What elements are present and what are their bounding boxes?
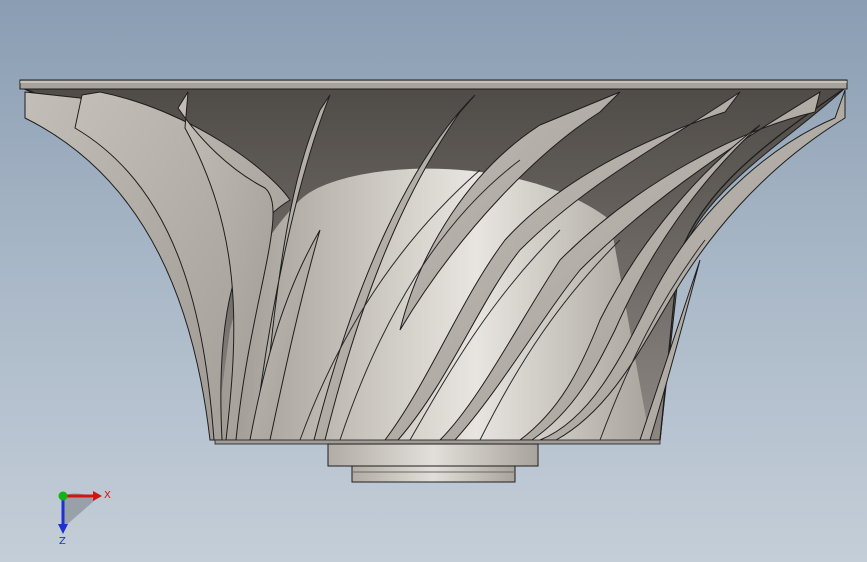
x-axis-label: X [104,490,111,501]
shaft-tip [351,465,516,483]
x-axis-arrow [93,491,102,501]
triad-shadow [63,493,95,528]
shaft-nose [327,443,539,467]
graphics-viewport[interactable]: X Z [0,0,867,562]
impeller-model[interactable] [0,0,867,562]
coordinate-triad[interactable]: X Z [45,482,120,547]
bottom-base [214,439,661,445]
z-axis-arrow [58,524,68,534]
z-axis-label: Z [59,536,66,547]
top-flange [19,79,848,90]
y-axis-dot [58,491,68,501]
